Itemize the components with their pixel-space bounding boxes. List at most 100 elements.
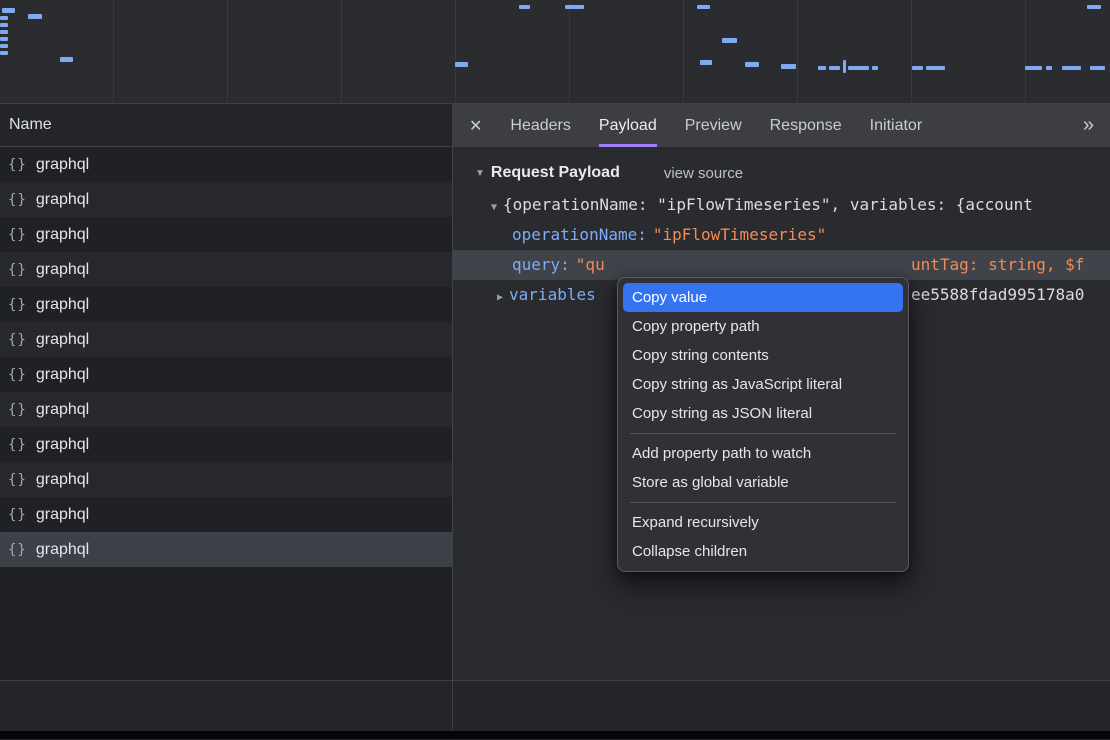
menu-separator <box>630 433 896 434</box>
tab-initiator[interactable]: Initiator <box>870 104 922 147</box>
menu-item[interactable]: Store as global variable <box>618 468 908 497</box>
menu-separator <box>630 502 896 503</box>
request-row[interactable]: {}graphql <box>0 287 452 322</box>
timeline-bar <box>0 44 8 48</box>
request-row[interactable]: {} graphql <box>0 532 452 567</box>
request-name: graphql <box>36 436 89 454</box>
timeline-bar <box>700 60 712 65</box>
request-name: graphql <box>36 156 89 174</box>
more-tabs-icon[interactable]: » <box>1083 114 1094 137</box>
expanded-triangle-icon[interactable]: ▼ <box>475 168 485 179</box>
timeline-bar <box>60 57 73 62</box>
tab-payload[interactable]: Payload <box>599 104 657 147</box>
timeline-bar <box>697 5 710 9</box>
timeline-bar <box>0 37 8 41</box>
tab-response[interactable]: Response <box>770 104 842 147</box>
timeline-bar <box>872 66 878 70</box>
payload-root-row[interactable]: ▼ {operationName: "ipFlowTimeseries", var… <box>453 190 1110 220</box>
expanded-triangle-icon[interactable]: ▼ <box>491 202 497 213</box>
menu-item[interactable]: Collapse children <box>618 537 908 566</box>
query-key: query: <box>512 255 570 274</box>
json-braces-icon: {} <box>8 472 27 488</box>
request-row[interactable]: {} graphql <box>0 322 452 357</box>
timeline-bar <box>0 23 8 27</box>
menu-item[interactable]: Expand recursively <box>618 508 908 537</box>
menu-item[interactable]: Copy property path <box>618 312 908 341</box>
request-row[interactable]: {}graphql <box>0 182 452 217</box>
timeline-bar <box>455 62 468 67</box>
timeline-bar <box>745 62 759 67</box>
timeline-bar <box>519 5 530 9</box>
variables-key: variables <box>509 285 596 304</box>
request-row[interactable]: {} graphql <box>0 392 452 427</box>
operation-name-value: "ipFlowTimeseries" <box>653 225 826 244</box>
timeline-bar <box>912 66 923 70</box>
variables-value-fragment: ee5588fdad995178a0 <box>911 280 1084 310</box>
timeline-bar <box>0 30 8 34</box>
json-braces-icon: {} <box>8 297 27 313</box>
timeline-bar <box>0 51 8 55</box>
json-braces-icon: {} <box>8 507 27 523</box>
timeline-bar <box>829 66 840 70</box>
json-braces-icon: {} <box>8 542 27 558</box>
request-name: graphql <box>36 541 89 559</box>
name-column-header[interactable]: Name <box>0 104 452 147</box>
menu-item[interactable]: Copy value <box>623 283 903 312</box>
timeline-bar <box>722 38 737 43</box>
timeline-bar <box>28 14 42 19</box>
query-value-start: "qu <box>576 255 605 274</box>
request-row[interactable]: {} graphql <box>0 427 452 462</box>
request-name: graphql <box>36 366 89 384</box>
request-name: graphql <box>36 261 89 279</box>
request-name: graphql <box>36 191 89 209</box>
network-overview-timeline[interactable] <box>0 0 1110 104</box>
timeline-bar <box>1062 66 1081 70</box>
request-name: graphql <box>36 471 89 489</box>
json-braces-icon: {} <box>8 402 27 418</box>
details-tabbar: ✕ Headers Payload Preview Response Initiator… <box>453 104 1110 147</box>
menu-item[interactable]: Copy string as JavaScript literal <box>618 370 908 399</box>
timeline-bar <box>0 16 8 20</box>
request-row[interactable]: {} graphql <box>0 497 452 532</box>
request-row[interactable]: {}graphql <box>0 217 452 252</box>
timeline-bar <box>565 5 584 9</box>
request-payload-title: Request Payload <box>491 164 620 182</box>
request-name: graphql <box>36 401 89 419</box>
tab-headers[interactable]: Headers <box>510 104 570 147</box>
menu-item[interactable]: Add property path to watch <box>618 439 908 468</box>
timeline-bar <box>2 8 15 13</box>
window-bottom-edge <box>0 731 1110 739</box>
menu-item[interactable]: Copy string contents <box>618 341 908 370</box>
timeline-bar <box>1025 66 1042 70</box>
json-braces-icon: {} <box>8 367 27 383</box>
request-row[interactable]: {} graphql <box>0 462 452 497</box>
request-payload-section-header[interactable]: ▼ Request Payload view source <box>453 147 1110 190</box>
requests-panel: Name {}graphql{}graphql{}graphql{}graphq… <box>0 104 453 731</box>
query-value-fragment: untTag: string, $f <box>911 250 1084 280</box>
request-name: graphql <box>36 226 89 244</box>
json-braces-icon: {} <box>8 262 27 278</box>
request-row[interactable]: {}graphql <box>0 147 452 182</box>
view-source-link[interactable]: view source <box>664 165 743 182</box>
operation-name-row[interactable]: operationName: "ipFlowTimeseries" <box>453 220 1110 250</box>
requests-summary-bar <box>0 680 452 731</box>
menu-item[interactable]: Copy string as JSON literal <box>618 399 908 428</box>
timeline-bar <box>848 66 869 70</box>
tab-preview[interactable]: Preview <box>685 104 742 147</box>
close-icon[interactable]: ✕ <box>469 116 482 136</box>
query-row[interactable]: query: "qu untTag: string, $f <box>453 250 1110 280</box>
request-name: graphql <box>36 506 89 524</box>
timeline-bar <box>1090 66 1105 70</box>
timeline-bar <box>781 64 796 69</box>
request-list: {} graphql {} graphql {} graphql {} graphql {} gr… <box>0 147 452 680</box>
timeline-bar <box>926 66 945 70</box>
collapsed-triangle-icon[interactable]: ▶ <box>497 292 503 303</box>
request-name: graphql <box>36 331 89 349</box>
json-braces-icon: {} <box>8 332 27 348</box>
request-row[interactable]: {} graphql <box>0 252 452 287</box>
payload-root-preview: {operationName: "ipFlowTimeseries", vari… <box>503 195 1033 214</box>
details-footer <box>453 680 1110 731</box>
request-row[interactable]: {} graphql <box>0 357 452 392</box>
json-braces-icon: {} <box>8 437 27 453</box>
operation-name-key: operationName: <box>512 225 647 244</box>
